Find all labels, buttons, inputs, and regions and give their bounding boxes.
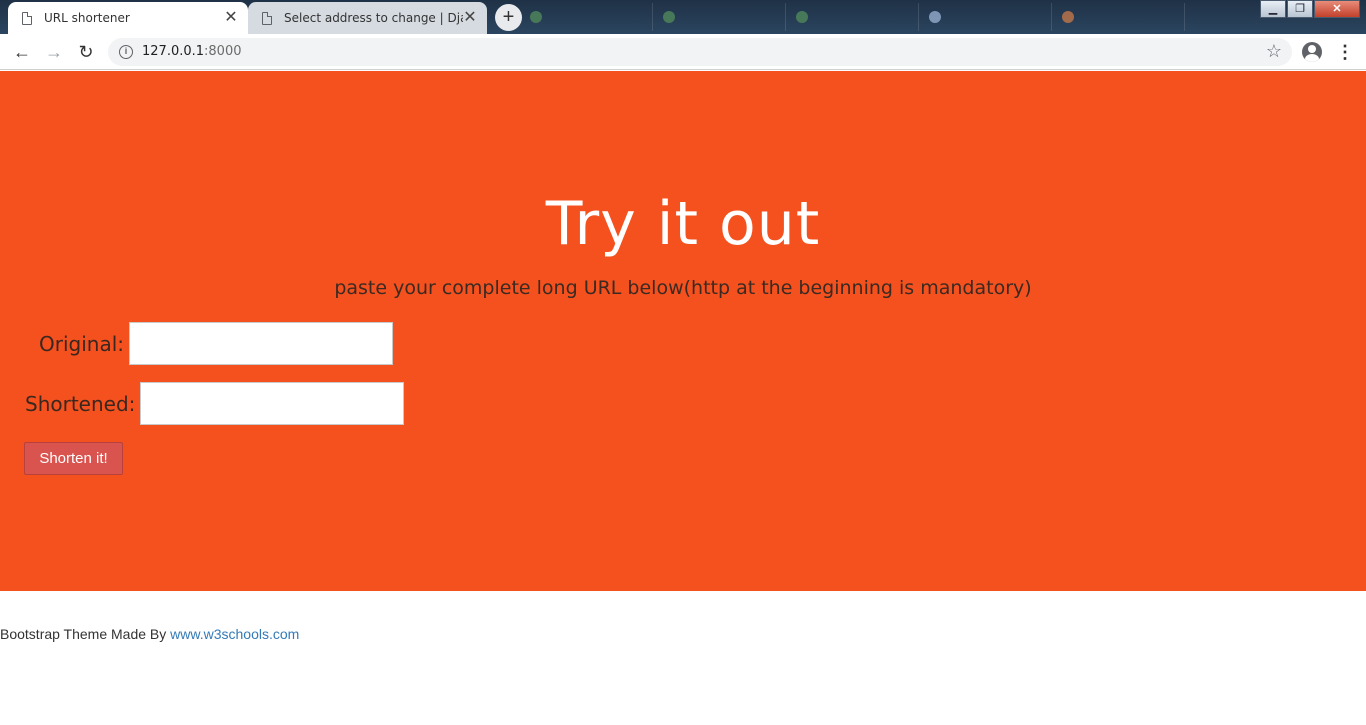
new-tab-button[interactable]: +	[495, 4, 522, 31]
favicon-icon	[663, 11, 675, 23]
favicon-icon	[796, 11, 808, 23]
background-tab[interactable]	[653, 3, 786, 31]
footer-text: Bootstrap Theme Made By	[0, 626, 167, 642]
background-tab[interactable]	[919, 3, 1052, 31]
background-tabs	[520, 0, 1185, 34]
forward-arrow-icon[interactable]: →	[42, 40, 66, 64]
page-icon	[22, 11, 32, 25]
address-bar[interactable]: i 127.0.0.1:8000 ☆	[108, 38, 1292, 66]
browser-menu-icon[interactable]: ⋮	[1336, 40, 1354, 64]
favicon-icon	[1062, 11, 1074, 23]
original-url-input[interactable]	[129, 322, 393, 365]
footer-link[interactable]: www.w3schools.com	[170, 626, 299, 642]
browser-toolbar: ← → ↻ i 127.0.0.1:8000 ☆	[0, 34, 1366, 70]
shortened-label: Shortened:	[25, 391, 136, 416]
shortened-url-row: Shortened:	[25, 382, 405, 425]
background-tab[interactable]	[1052, 3, 1185, 31]
close-tab-icon[interactable]: ✕	[224, 10, 238, 26]
background-tab[interactable]	[520, 3, 653, 31]
bookmark-star-icon[interactable]: ☆	[1266, 41, 1282, 62]
page-icon	[262, 11, 272, 25]
shorten-button[interactable]: Shorten it!	[24, 442, 123, 475]
tab-select-address[interactable]: Select address to change | Django ✕	[248, 2, 487, 34]
original-label: Original:	[39, 331, 124, 356]
tab-title: URL shortener	[44, 11, 130, 25]
maximize-button[interactable]: ❐	[1287, 0, 1313, 18]
page-subtitle: paste your complete long URL below(http …	[334, 277, 1032, 299]
tab-title: Select address to change | Django	[284, 11, 463, 25]
info-icon[interactable]: i	[119, 45, 133, 59]
background-tab[interactable]	[786, 3, 919, 31]
back-arrow-icon[interactable]: ←	[10, 40, 34, 64]
page-title: Try it out	[545, 189, 821, 259]
shortened-url-input[interactable]	[140, 382, 405, 425]
favicon-icon	[929, 11, 941, 23]
profile-avatar-icon[interactable]	[1302, 42, 1322, 62]
window-controls: ▁ ❐ ✕	[1259, 0, 1360, 18]
close-window-button[interactable]: ✕	[1314, 0, 1360, 18]
url-host: 127.0.0.1	[142, 44, 205, 59]
tab-url-shortener[interactable]: URL shortener ✕	[8, 2, 248, 34]
footer: Bootstrap Theme Made By www.w3schools.co…	[0, 626, 299, 642]
address-url[interactable]: 127.0.0.1:8000	[142, 44, 242, 59]
minimize-button[interactable]: ▁	[1260, 0, 1286, 18]
hero-section: Try it out paste your complete long URL …	[0, 71, 1366, 591]
favicon-icon	[530, 11, 542, 23]
url-port: :8000	[204, 44, 242, 59]
original-url-row: Original:	[39, 322, 393, 365]
reload-icon[interactable]: ↻	[74, 40, 98, 64]
close-tab-icon[interactable]: ✕	[463, 10, 477, 26]
